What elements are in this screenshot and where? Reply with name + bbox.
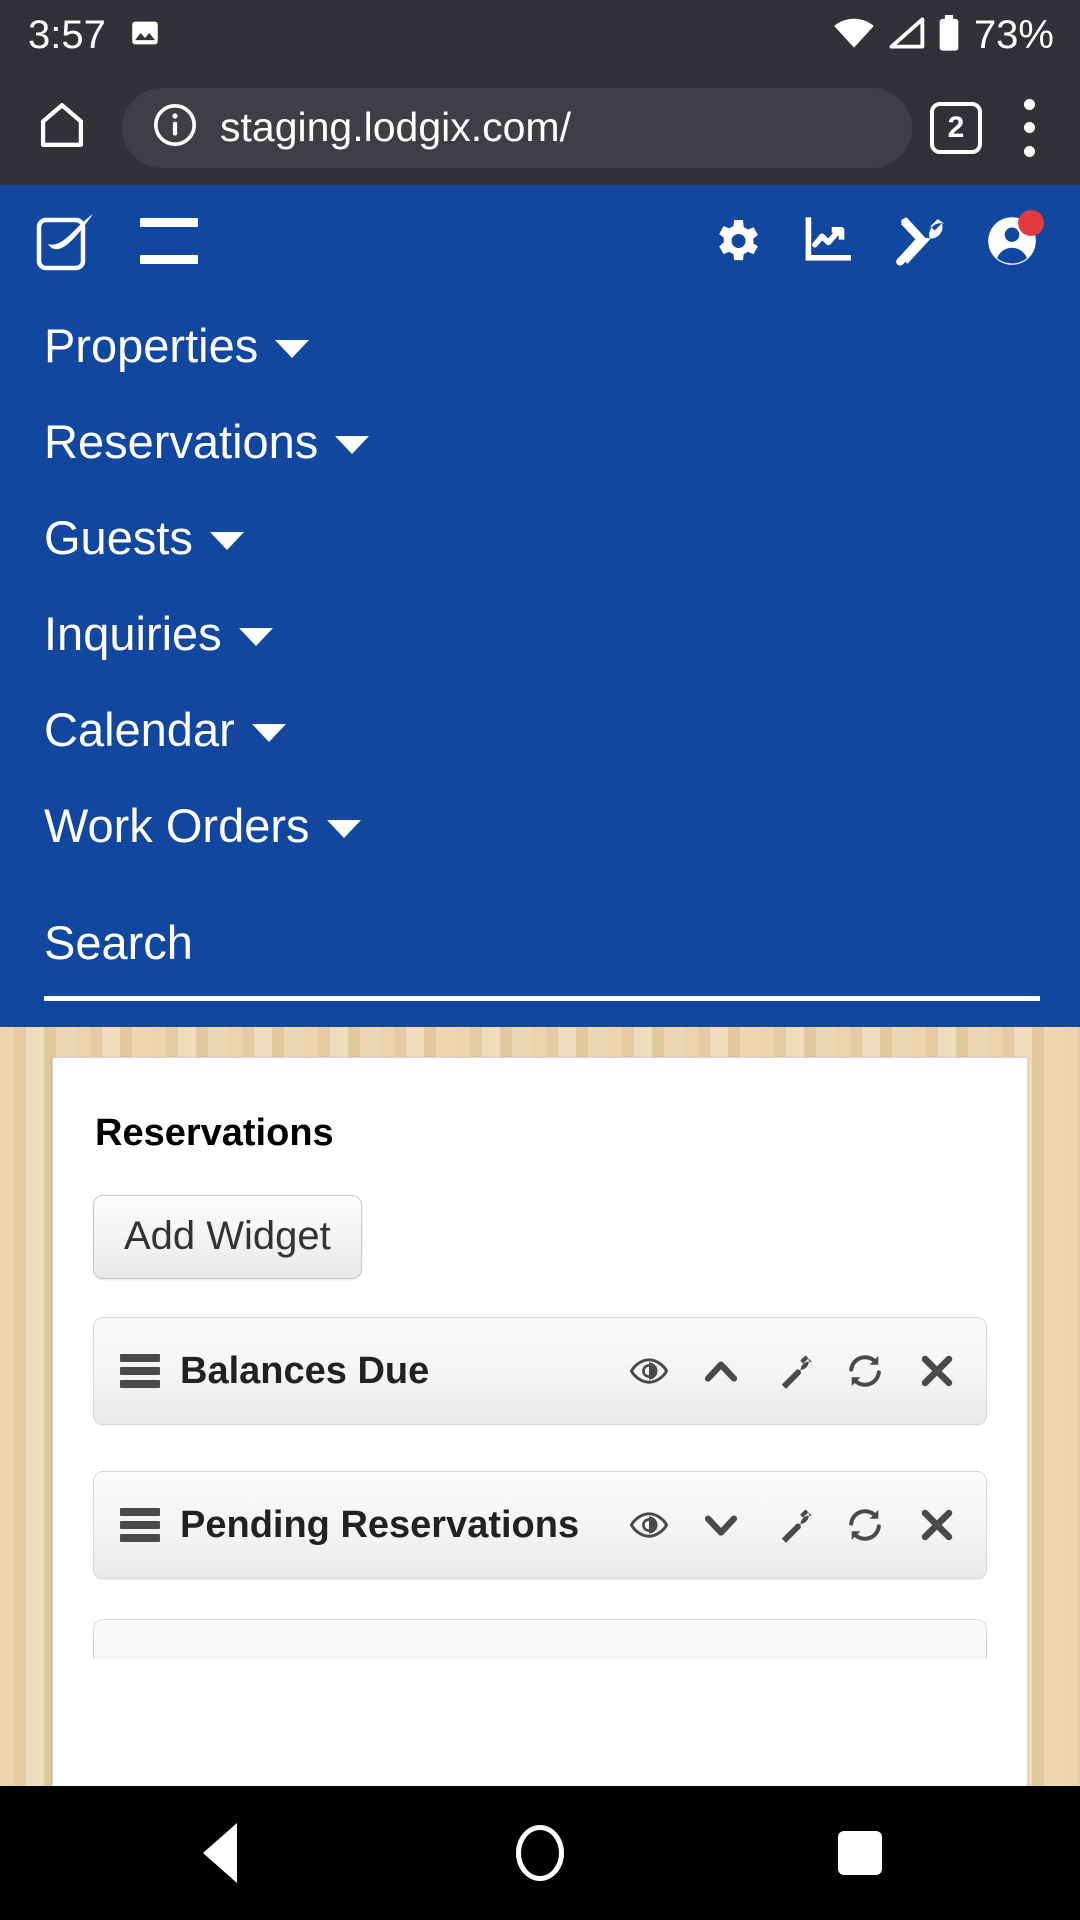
widget-title: Pending Reservations <box>180 1503 580 1546</box>
status-bar: 3:57 73% <box>0 0 1080 70</box>
battery-icon <box>936 14 962 57</box>
sidebar-item-inquiries[interactable]: Inquiries <box>44 585 1080 681</box>
drag-handle-icon[interactable] <box>120 1354 160 1388</box>
widget-row[interactable]: Pending Reservations <box>93 1471 987 1579</box>
sidebar-item-guests[interactable]: Guests <box>44 489 1080 585</box>
tab-counter-button[interactable]: 2 <box>930 101 982 154</box>
user-avatar-icon[interactable] <box>984 210 1044 269</box>
notification-badge <box>1018 210 1044 236</box>
tools-icon[interactable] <box>892 213 948 269</box>
back-triangle-icon <box>203 1823 237 1883</box>
wrench-icon[interactable] <box>770 1348 816 1394</box>
refresh-icon[interactable] <box>842 1348 888 1394</box>
wifi-icon <box>832 16 876 55</box>
status-notification-icons <box>128 16 162 55</box>
home-button[interactable] <box>480 1793 600 1913</box>
caret-down-icon <box>275 339 310 358</box>
page-background: Reservations Add Widget Balances Due Pen… <box>0 1027 1080 1786</box>
url-bar[interactable]: staging.lodgix.com/ <box>122 87 912 168</box>
nav-label: Inquiries <box>44 607 222 660</box>
widget-actions <box>626 1502 960 1548</box>
home-circle-icon <box>516 1825 564 1881</box>
battery-percent-label: 73% <box>973 13 1054 57</box>
chevron-down-icon[interactable] <box>698 1502 744 1548</box>
nav-label: Properties <box>44 319 259 372</box>
hamburger-menu-icon[interactable] <box>140 218 198 264</box>
widget-row[interactable]: Balances Due <box>93 1317 987 1425</box>
search-field[interactable]: Search <box>0 879 1080 1001</box>
status-right-icons: 73% <box>832 14 1054 57</box>
status-clock: 3:57 <box>28 13 106 57</box>
close-icon[interactable] <box>914 1502 960 1548</box>
widget-row-partial[interactable] <box>93 1619 987 1659</box>
app-header-icons <box>708 210 1044 269</box>
drag-handle-icon[interactable] <box>120 1508 160 1542</box>
caret-down-icon <box>326 819 361 838</box>
dashboard-card: Reservations Add Widget Balances Due Pen… <box>52 1057 1028 1786</box>
cell-signal-icon <box>886 16 926 55</box>
android-navigation-bar <box>0 1786 1080 1920</box>
wrench-icon[interactable] <box>770 1502 816 1548</box>
caret-down-icon <box>335 435 370 454</box>
search-input[interactable]: Search <box>44 919 1040 996</box>
lodgix-logo[interactable] <box>36 210 98 272</box>
sidebar-item-work-orders[interactable]: Work Orders <box>44 777 1080 873</box>
chevron-up-icon[interactable] <box>698 1348 744 1394</box>
back-button[interactable] <box>160 1793 280 1913</box>
home-icon <box>35 98 89 157</box>
browser-toolbar: staging.lodgix.com/ 2 <box>0 70 1080 185</box>
home-button[interactable] <box>24 90 100 166</box>
chart-line-icon[interactable] <box>800 213 856 269</box>
nav-label: Guests <box>44 511 193 564</box>
caret-down-icon <box>251 723 286 742</box>
nav-label: Work Orders <box>44 799 310 852</box>
widget-title: Balances Due <box>180 1349 430 1392</box>
recents-button[interactable] <box>800 1793 920 1913</box>
eye-icon[interactable] <box>626 1348 672 1394</box>
info-circle-icon[interactable] <box>152 102 198 153</box>
caret-down-icon <box>238 627 273 646</box>
nav-label: Calendar <box>44 703 235 756</box>
nav-item-list: Properties Reservations Guests Inquiries… <box>0 297 1080 879</box>
caret-down-icon <box>209 531 244 550</box>
gear-icon[interactable] <box>708 213 764 269</box>
eye-icon[interactable] <box>626 1502 672 1548</box>
add-widget-button[interactable]: Add Widget <box>93 1195 362 1279</box>
kebab-menu-icon[interactable] <box>1006 95 1052 161</box>
widget-actions <box>626 1348 960 1394</box>
nav-label: Reservations <box>44 415 319 468</box>
sidebar-item-properties[interactable]: Properties <box>44 297 1080 393</box>
refresh-icon[interactable] <box>842 1502 888 1548</box>
close-icon[interactable] <box>914 1348 960 1394</box>
url-text: staging.lodgix.com/ <box>220 104 571 150</box>
recents-square-icon <box>838 1831 882 1875</box>
app-navigation-panel: Properties Reservations Guests Inquiries… <box>0 185 1080 1027</box>
image-icon <box>128 16 162 55</box>
phone-screen: 3:57 73% staging.lodgix.com/ 2 Propertie… <box>0 0 1080 1920</box>
app-header-bar <box>0 185 1080 297</box>
page-title: Reservations <box>95 1112 334 1154</box>
sidebar-item-calendar[interactable]: Calendar <box>44 681 1080 777</box>
search-underline <box>44 996 1040 1001</box>
sidebar-item-reservations[interactable]: Reservations <box>44 393 1080 489</box>
